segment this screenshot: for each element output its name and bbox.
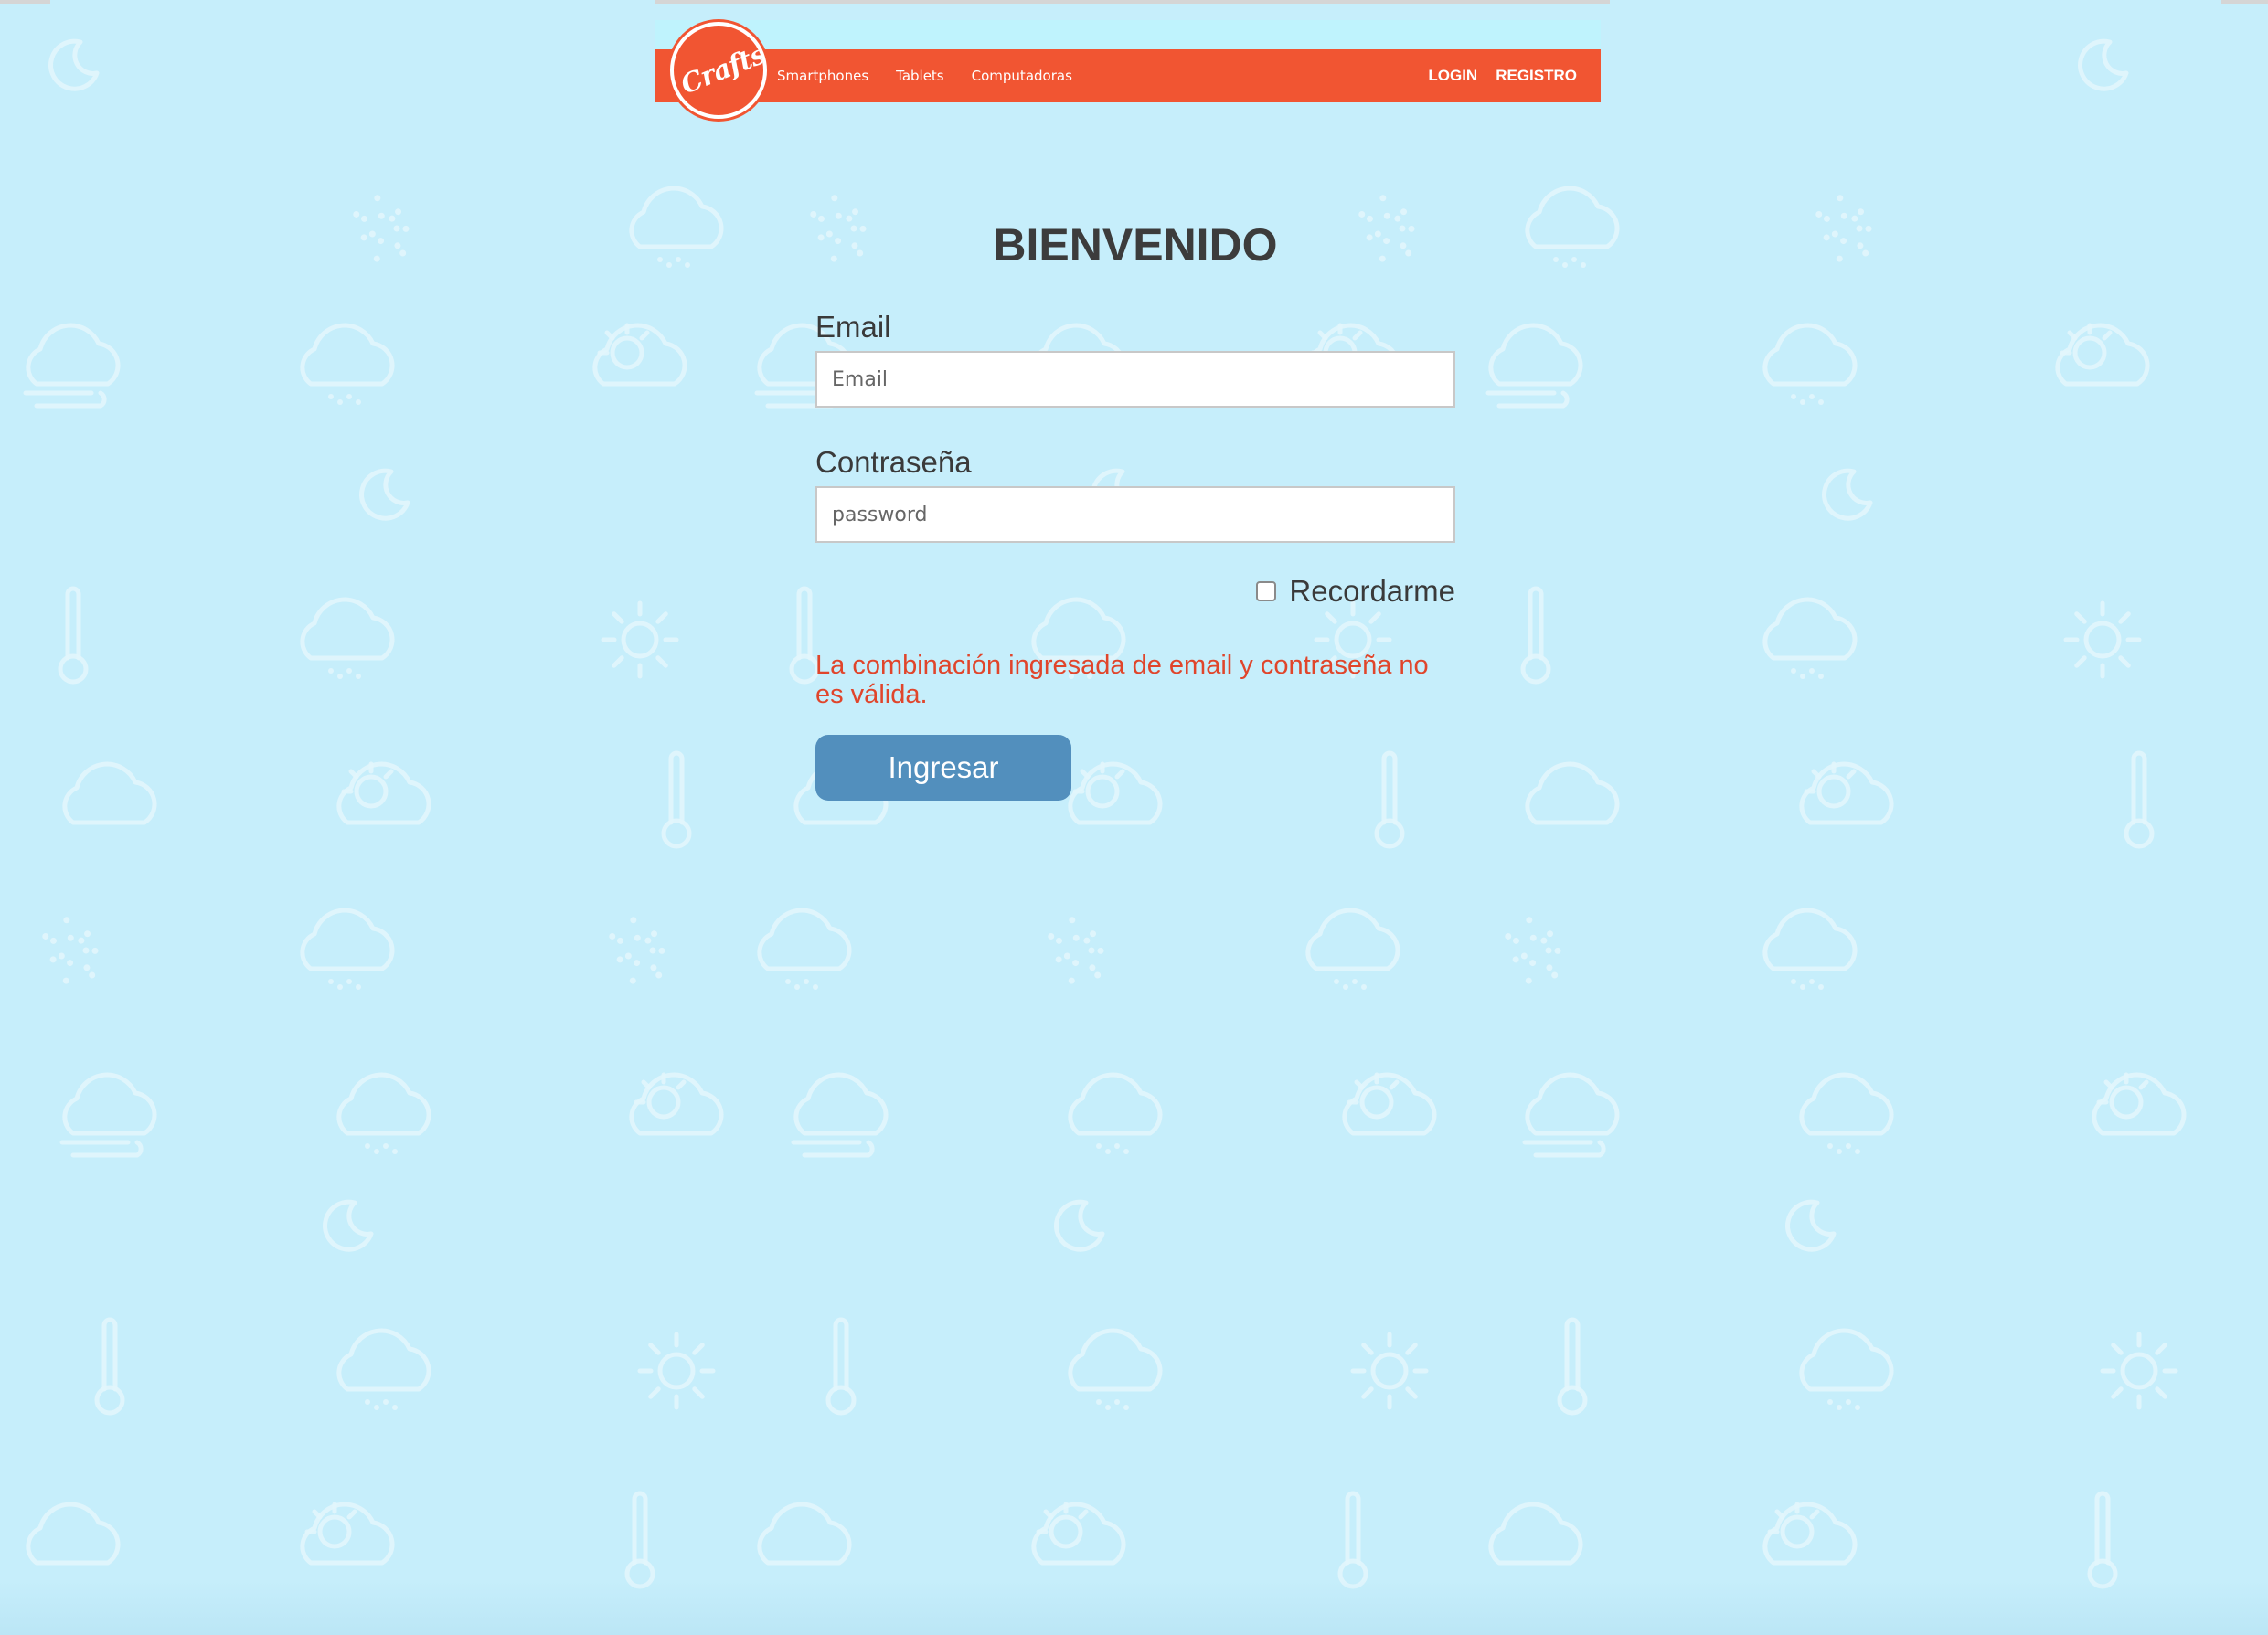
bottom-shade [0,1580,2268,1635]
pattern-rain-icon [300,323,395,405]
pattern-rain-icon [1762,323,1858,405]
pattern-suncloud-icon [592,323,687,387]
login-link[interactable]: LOGIN [1428,67,1477,85]
pattern-snow-icon [353,195,410,262]
pattern-moon-icon [1054,1199,1105,1252]
pattern-rain-icon [336,1072,431,1154]
pattern-wind-icon [791,1072,889,1158]
pattern-snow-icon [1048,917,1104,984]
pattern-cloud-icon [757,1502,852,1566]
pattern-rain-icon [1068,1328,1163,1410]
nav-link-tablets[interactable]: Tablets [896,68,944,84]
submit-button[interactable]: Ingresar [815,735,1071,801]
pattern-rain-icon [336,1328,431,1410]
site-header: Craftsy Smartphones Tablets Computadoras… [655,20,1601,119]
nav-link-smartphones[interactable]: Smartphones [777,68,868,84]
login-form: BIENVENIDO Email Contraseña Recordarme L… [815,218,1455,801]
pattern-rain-icon [629,186,724,268]
email-input[interactable] [815,351,1455,408]
pattern-cloud-icon [1488,1502,1583,1566]
header-top-strip [655,20,1601,49]
pattern-sun-icon [637,1332,716,1410]
pattern-wind-icon [1485,323,1583,409]
nav-links: Smartphones Tablets Computadoras [777,49,1072,102]
pattern-thermo-icon [2124,750,2155,849]
remember-checkbox[interactable] [1256,581,1277,601]
pattern-sun-icon [2063,600,2142,679]
pattern-snow-icon [1815,195,1872,262]
password-input[interactable] [815,486,1455,543]
pattern-thermo-icon [661,750,692,849]
pattern-suncloud-icon [1342,1072,1437,1136]
pattern-rain-icon [1762,597,1858,679]
pattern-moon-icon [323,1199,374,1252]
craftsy-logo[interactable]: Craftsy [670,22,767,119]
pattern-suncloud-icon [2092,1072,2187,1136]
pattern-cloud-icon [62,761,157,825]
pattern-suncloud-icon [1762,1502,1858,1566]
pattern-rain-icon [1762,908,1858,990]
pattern-suncloud-icon [2055,323,2150,387]
pattern-rain-icon [1799,1072,1894,1154]
pattern-moon-icon [359,468,410,521]
email-label: Email [815,310,891,344]
pattern-suncloud-icon [1031,1502,1126,1566]
remember-label: Recordarme [1289,574,1455,608]
page-title: BIENVENIDO [993,219,1278,271]
pattern-thermo-icon [624,1491,655,1589]
window-edge-left [0,0,50,4]
pattern-suncloud-icon [336,761,431,825]
pattern-suncloud-icon [1799,761,1894,825]
logo-text: Craftsy [676,32,767,101]
pattern-rain-icon [300,597,395,679]
pattern-moon-icon [2078,38,2129,91]
pattern-sun-icon [601,600,679,679]
nav-link-computadoras[interactable]: Computadoras [972,68,1072,84]
window-edge-center [655,0,1610,4]
pattern-thermo-icon [94,1317,125,1416]
pattern-rain-icon [1068,1072,1163,1154]
pattern-rain-icon [1305,908,1400,990]
pattern-thermo-icon [1520,586,1551,685]
password-label: Contraseña [815,445,972,479]
pattern-snow-icon [1505,917,1561,984]
register-link[interactable]: REGISTRO [1496,67,1577,85]
pattern-snow-icon [42,917,99,984]
pattern-sun-icon [1350,1332,1429,1410]
pattern-suncloud-icon [300,1502,395,1566]
remember-row: Recordarme [815,574,1455,609]
pattern-thermo-icon [1557,1317,1588,1416]
pattern-rain-icon [757,908,852,990]
pattern-moon-icon [48,38,100,91]
main-navbar: Smartphones Tablets Computadoras LOGIN R… [655,49,1601,102]
pattern-rain-icon [300,908,395,990]
window-edge-right [2221,0,2268,4]
error-message: La combinación ingresada de email y cont… [815,651,1429,709]
pattern-wind-icon [1522,1072,1620,1158]
pattern-cloud-icon [1525,761,1620,825]
pattern-snow-icon [609,917,665,984]
nav-auth-links: LOGIN REGISTRO [1428,49,1577,102]
pattern-moon-icon [1822,468,1873,521]
pattern-thermo-icon [789,586,820,685]
pattern-sun-icon [2100,1332,2178,1410]
pattern-wind-icon [59,1072,157,1158]
pattern-thermo-icon [58,586,89,685]
pattern-rain-icon [1799,1328,1894,1410]
pattern-thermo-icon [2087,1491,2118,1589]
pattern-thermo-icon [825,1317,857,1416]
pattern-thermo-icon [1337,1491,1368,1589]
pattern-moon-icon [1785,1199,1837,1252]
pattern-suncloud-icon [629,1072,724,1136]
pattern-cloud-icon [26,1502,121,1566]
pattern-wind-icon [23,323,121,409]
pattern-rain-icon [1525,186,1620,268]
